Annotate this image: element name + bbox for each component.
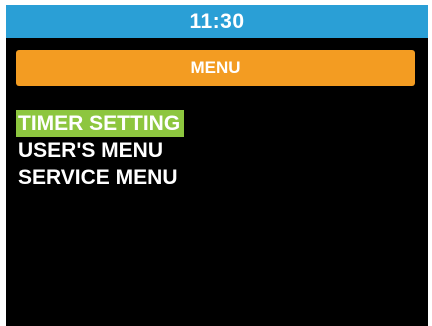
device-frame: 11:30 MENU TIMER SETTING USER'S MENU SER…: [0, 0, 432, 326]
status-bar: 11:30: [6, 5, 428, 38]
menu-item-service-menu[interactable]: SERVICE MENU: [16, 164, 181, 191]
menu-header: MENU: [16, 50, 415, 86]
menu-title: MENU: [190, 58, 241, 77]
menu-list: TIMER SETTING USER'S MENU SERVICE MENU: [16, 110, 185, 191]
display-screen: 11:30 MENU TIMER SETTING USER'S MENU SER…: [6, 5, 428, 326]
menu-item-timer-setting[interactable]: TIMER SETTING: [16, 110, 185, 137]
clock: 11:30: [189, 9, 245, 33]
menu-item-users-menu[interactable]: USER'S MENU: [16, 137, 167, 164]
